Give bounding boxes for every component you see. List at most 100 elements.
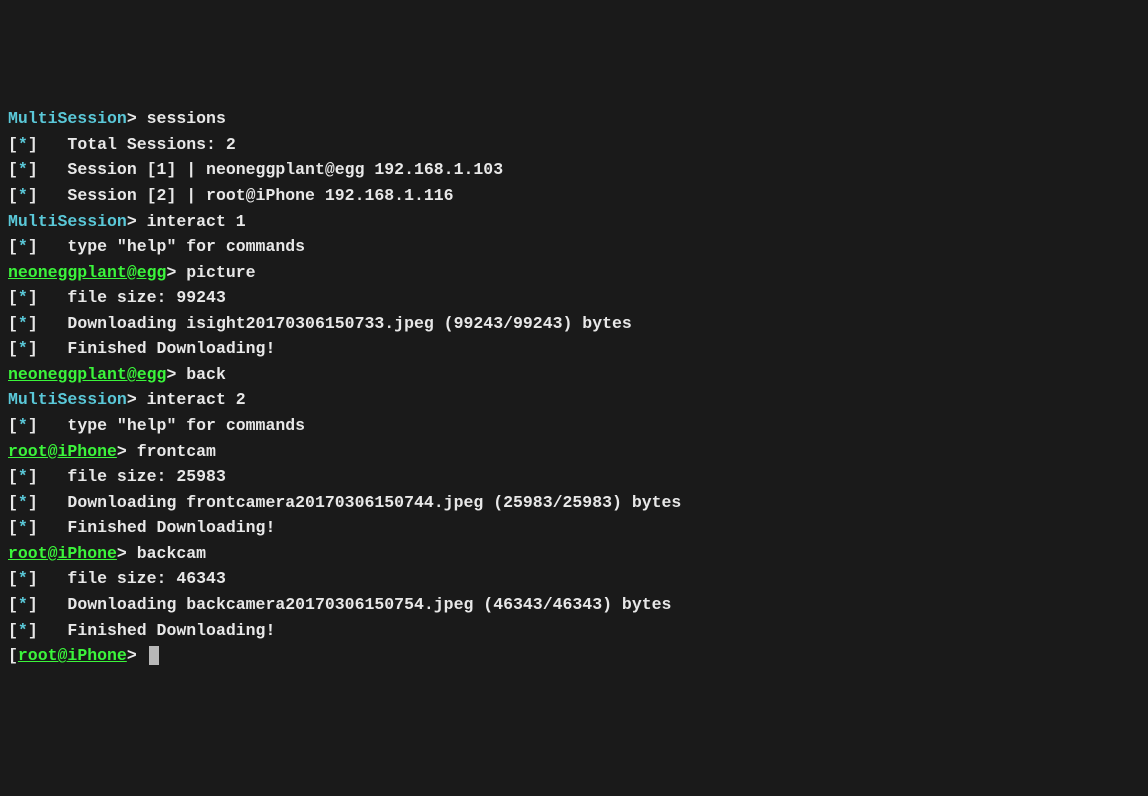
terminal-text-segment: * (18, 314, 28, 333)
terminal-text-segment: file size: 99243 (38, 288, 226, 307)
terminal-text-segment: Downloading frontcamera20170306150744.jp… (38, 493, 682, 512)
terminal-text-segment: type "help" for commands (38, 416, 305, 435)
terminal-text-segment: * (18, 467, 28, 486)
terminal-line: [*] Session [1] | neoneggplant@egg 192.1… (8, 157, 1140, 183)
terminal-text-segment: ] (28, 237, 38, 256)
terminal-text-segment: ] (28, 160, 38, 179)
terminal-text-segment: [ (8, 186, 18, 205)
terminal-text-segment: root@iPhone (8, 544, 117, 563)
terminal-line: MultiSession> interact 1 (8, 209, 1140, 235)
terminal-line: [*] Finished Downloading! (8, 618, 1140, 644)
terminal-text-segment: Finished Downloading! (38, 339, 276, 358)
terminal-text-segment: * (18, 237, 28, 256)
terminal-line: [*] file size: 46343 (8, 566, 1140, 592)
terminal-text-segment: [ (8, 595, 18, 614)
terminal-text-segment: ] (28, 135, 38, 154)
terminal-text-segment: Finished Downloading! (38, 518, 276, 537)
terminal-text-segment: > (166, 263, 186, 282)
terminal-text-segment: > (166, 365, 186, 384)
terminal-text-segment: > (127, 212, 147, 231)
terminal-text-segment: ] (28, 186, 38, 205)
terminal-text-segment: Downloading backcamera20170306150754.jpe… (38, 595, 672, 614)
terminal-text-segment: ] (28, 467, 38, 486)
terminal-text-segment: picture (186, 263, 255, 282)
terminal-text-segment: neoneggplant@egg (8, 263, 166, 282)
terminal-text-segment: backcam (137, 544, 206, 563)
terminal-text-segment: > (127, 109, 147, 128)
terminal-text-segment: ] (28, 314, 38, 333)
terminal-text-segment: Finished Downloading! (38, 621, 276, 640)
terminal-text-segment: > (127, 646, 137, 665)
terminal-text-segment: [ (8, 314, 18, 333)
terminal-text-segment: root@iPhone (18, 646, 127, 665)
terminal-text-segment: ] (28, 518, 38, 537)
terminal-text-segment: file size: 46343 (38, 569, 226, 588)
terminal-text-segment: * (18, 518, 28, 537)
terminal-line: [*] file size: 25983 (8, 464, 1140, 490)
terminal-text-segment: * (18, 186, 28, 205)
terminal-text-segment: > (127, 390, 147, 409)
terminal-text-segment: frontcam (137, 442, 216, 461)
terminal-text-segment: Total Sessions: 2 (38, 135, 236, 154)
terminal-text-segment: [ (8, 339, 18, 358)
terminal-text-segment: [ (8, 518, 18, 537)
terminal-line: [*] Downloading frontcamera2017030615074… (8, 490, 1140, 516)
terminal-text-segment: interact 1 (147, 212, 246, 231)
terminal-text-segment: > (117, 442, 137, 461)
terminal-text-segment: Downloading isight20170306150733.jpeg (9… (38, 314, 632, 333)
terminal-text-segment: > (117, 544, 137, 563)
terminal-text-segment: [ (8, 237, 18, 256)
terminal-line: [*] Downloading backcamera20170306150754… (8, 592, 1140, 618)
terminal-line: root@iPhone> backcam (8, 541, 1140, 567)
terminal-text-segment: ] (28, 339, 38, 358)
terminal-line: [*] type "help" for commands (8, 234, 1140, 260)
terminal-line: [root@iPhone> (8, 643, 1140, 669)
terminal-text-segment: * (18, 288, 28, 307)
terminal-text-segment: interact 2 (147, 390, 246, 409)
terminal-text-segment: neoneggplant@egg (8, 365, 166, 384)
terminal-text-segment: [ (8, 569, 18, 588)
terminal-line: root@iPhone> frontcam (8, 439, 1140, 465)
terminal-line: [*] Downloading isight20170306150733.jpe… (8, 311, 1140, 337)
terminal-line: [*] Finished Downloading! (8, 336, 1140, 362)
terminal-text-segment: * (18, 621, 28, 640)
terminal-line: [*] type "help" for commands (8, 413, 1140, 439)
terminal-line: neoneggplant@egg> picture (8, 260, 1140, 286)
terminal-text-segment: Session [1] | neoneggplant@egg 192.168.1… (38, 160, 503, 179)
terminal-line: [*] Total Sessions: 2 (8, 132, 1140, 158)
terminal-text-segment: Session [2] | root@iPhone 192.168.1.116 (38, 186, 454, 205)
terminal-text-segment: [ (8, 416, 18, 435)
terminal-text-segment: file size: 25983 (38, 467, 226, 486)
terminal-text-segment: MultiSession (8, 212, 127, 231)
terminal-text-segment: ] (28, 595, 38, 614)
terminal-text-segment: [ (8, 646, 18, 665)
terminal-text-segment: type "help" for commands (38, 237, 305, 256)
terminal-text-segment: back (186, 365, 226, 384)
terminal-text-segment: root@iPhone (8, 442, 117, 461)
terminal-text-segment: [ (8, 288, 18, 307)
terminal-text-segment: ] (28, 569, 38, 588)
terminal-text-segment: * (18, 339, 28, 358)
terminal-text-segment: * (18, 135, 28, 154)
terminal-text-segment: * (18, 416, 28, 435)
terminal-text-segment: MultiSession (8, 109, 127, 128)
terminal-text-segment: ] (28, 288, 38, 307)
terminal-line: MultiSession> sessions (8, 106, 1140, 132)
terminal-text-segment: ] (28, 416, 38, 435)
terminal-line: MultiSession> interact 2 (8, 387, 1140, 413)
terminal-text-segment: * (18, 160, 28, 179)
terminal-text-segment: [ (8, 621, 18, 640)
terminal-output[interactable]: MultiSession> sessions[*] Total Sessions… (8, 106, 1140, 668)
terminal-text-segment: [ (8, 493, 18, 512)
terminal-line: [*] Session [2] | root@iPhone 192.168.1.… (8, 183, 1140, 209)
terminal-text-segment: [ (8, 467, 18, 486)
terminal-text-segment: * (18, 595, 28, 614)
terminal-line: [*] Finished Downloading! (8, 515, 1140, 541)
terminal-text-segment: sessions (147, 109, 226, 128)
cursor-icon (149, 646, 159, 665)
terminal-text-segment: [ (8, 135, 18, 154)
terminal-text-segment: ] (28, 493, 38, 512)
terminal-text-segment: * (18, 569, 28, 588)
terminal-text-segment: [ (8, 160, 18, 179)
terminal-text-segment: ] (28, 621, 38, 640)
